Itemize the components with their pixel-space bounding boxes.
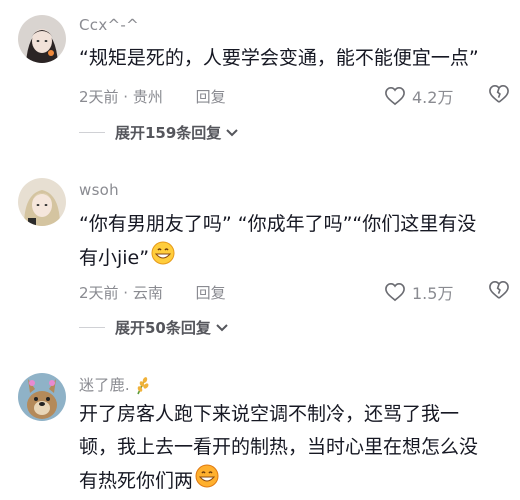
like-button[interactable]: 4.2万: [384, 84, 453, 108]
avatar[interactable]: [18, 373, 66, 421]
grinning-face-icon: [151, 241, 175, 276]
username-text: 迷了鹿.: [79, 376, 130, 394]
chevron-down-icon: [226, 128, 239, 136]
comment-item-3: 迷了鹿. 开了房客人跑下来说空调不制冷，还骂了我一 顿，我上去一看开的制热，当时…: [0, 355, 520, 500]
comment-text-line: “你有男朋友了吗” “你成年了吗”“你们这里有没: [79, 213, 477, 235]
time-location: 2天前 · 云南: [79, 284, 163, 302]
chevron-down-icon: [216, 323, 228, 331]
comment-text-segment: 有小jie”: [79, 247, 150, 269]
time-location: 2天前 · 贵州: [79, 88, 163, 106]
comment-text-line: 顿，我上去一看开的制热，当时心里在想怎么没: [79, 436, 479, 458]
comment-text-line: 有热死你们两: [79, 464, 499, 499]
expand-replies-button[interactable]: 展开50条回复: [79, 317, 228, 338]
comment-meta: 2天前 · 云南 回复: [79, 282, 226, 303]
comment-text: “你有男朋友了吗” “你成年了吗”“你们这里有没 有小jie”: [79, 208, 499, 276]
username[interactable]: 迷了鹿.: [79, 374, 151, 395]
wheat-icon: [137, 376, 149, 394]
divider-line: [79, 327, 105, 328]
like-count: 1.5万: [412, 284, 454, 303]
expand-replies-label: 展开50条回复: [115, 319, 211, 337]
reply-button[interactable]: 回复: [196, 88, 226, 106]
comment-text-line: 有小jie”: [79, 241, 499, 276]
comment-item-2: wsoh “你有男朋友了吗” “你成年了吗”“你们这里有没 有小jie” 2天前…: [0, 160, 520, 355]
comment-text-line: 开了房客人跑下来说空调不制冷，还骂了我一: [79, 403, 460, 425]
like-button[interactable]: 1.5万: [384, 280, 453, 304]
dislike-button[interactable]: [488, 280, 510, 304]
dislike-button[interactable]: [488, 84, 510, 108]
comment-item-1: Ccx^-^ “规矩是死的，人要学会变通，能不能便宜一点” 2天前 · 贵州 回…: [0, 0, 520, 160]
divider-line: [79, 132, 105, 133]
comment-text: 开了房客人跑下来说空调不制冷，还骂了我一 顿，我上去一看开的制热，当时心里在想怎…: [79, 398, 499, 499]
comment-text-segment: 有热死你们两: [79, 470, 194, 492]
comment-meta: 2天前 · 贵州 回复: [79, 86, 226, 107]
expand-replies-label: 展开159条回复: [115, 124, 222, 142]
avatar[interactable]: [18, 15, 66, 63]
username[interactable]: Ccx^-^: [79, 16, 139, 34]
username[interactable]: wsoh: [79, 181, 119, 199]
grinning-face-icon: [195, 464, 219, 499]
broken-heart-icon: [489, 84, 509, 103]
reply-button[interactable]: 回复: [196, 284, 226, 302]
expand-replies-button[interactable]: 展开159条回复: [79, 122, 239, 143]
broken-heart-icon: [489, 280, 509, 299]
like-count: 4.2万: [412, 88, 454, 107]
comment-text: “规矩是死的，人要学会变通，能不能便宜一点”: [79, 47, 479, 69]
avatar[interactable]: [18, 178, 66, 226]
heart-outline-icon: [385, 282, 405, 302]
heart-outline-icon: [385, 86, 405, 106]
